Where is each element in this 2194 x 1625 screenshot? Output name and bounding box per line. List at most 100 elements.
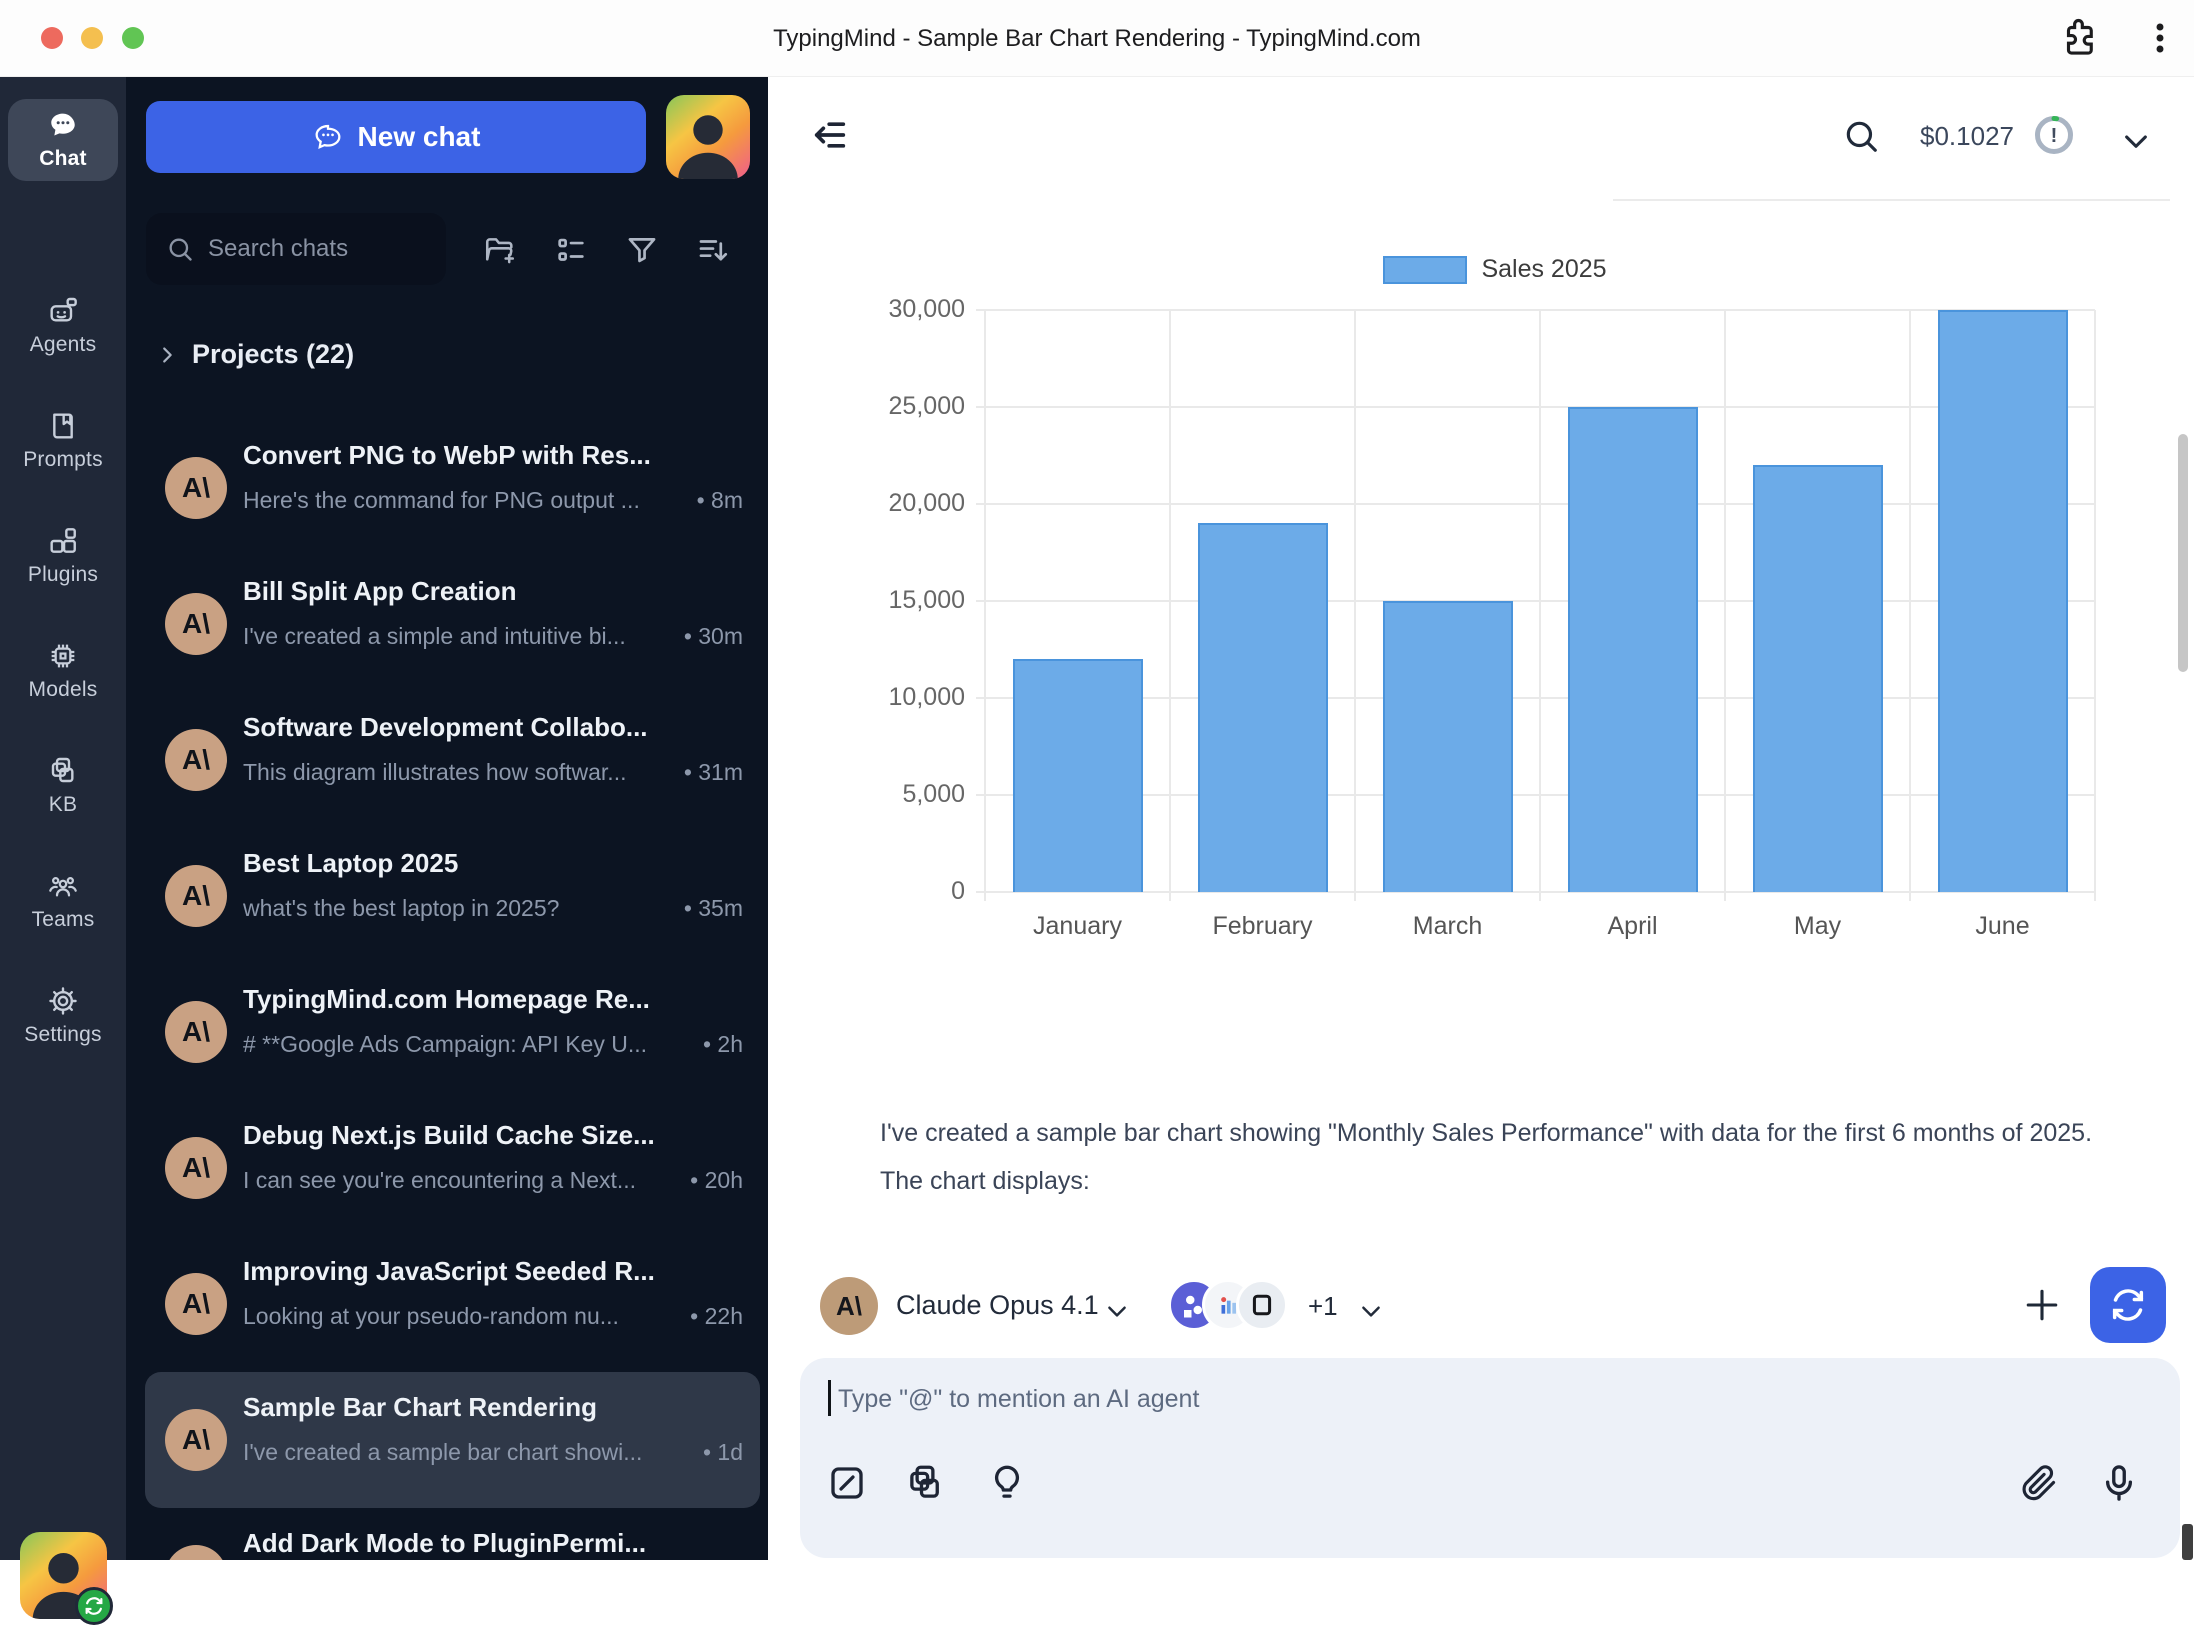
anthropic-avatar: A\	[165, 1137, 227, 1199]
account-avatar[interactable]	[666, 95, 750, 179]
bar-june	[1938, 310, 2068, 892]
chat-time: • 1d	[703, 1439, 743, 1466]
microphone-icon[interactable]	[2098, 1462, 2140, 1504]
chat-title: Software Development Collabo...	[243, 712, 741, 743]
gridline-h	[976, 406, 2095, 408]
chat-list-item[interactable]: A\Convert PNG to WebP with Res...Here's …	[145, 420, 760, 556]
credit-balance[interactable]: $0.1027	[1920, 121, 2014, 152]
x-axis-tick	[1909, 892, 1911, 901]
chat-time: • 20h	[690, 1167, 743, 1194]
ideas-lightbulb-icon[interactable]	[986, 1462, 1028, 1504]
chat-list-item[interactable]: A\Sample Bar Chart RenderingI've created…	[145, 1372, 760, 1508]
anthropic-avatar: A\	[165, 729, 227, 791]
usage-gauge-icon[interactable]: !	[2032, 113, 2076, 157]
nav-item-models[interactable]: Models	[0, 640, 126, 702]
gridline-v	[1354, 310, 1356, 892]
chat-preview: Here's the command for PNG output ...	[243, 487, 683, 514]
legend-label: Sales 2025	[1481, 255, 1606, 284]
filter-icon[interactable]	[625, 233, 659, 267]
model-selector[interactable]: Claude Opus 4.1	[896, 1290, 1099, 1321]
attach-file-icon[interactable]	[2018, 1462, 2060, 1504]
chat-list-item[interactable]: A\Improving JavaScript Seeded R...Lookin…	[145, 1236, 760, 1372]
chat-list-item[interactable]: A\Best Laptop 2025what's the best laptop…	[145, 828, 760, 964]
anthropic-avatar: A\	[820, 1277, 878, 1335]
scrollbar-thumb-bottom[interactable]	[2182, 1524, 2193, 1560]
chat-list-panel: New chat Search chats Proje	[126, 77, 768, 1560]
nav-rail: Chat Agents Prompts Plugins Models	[0, 77, 126, 1560]
gridline-h	[976, 891, 2095, 893]
search-conversation-icon[interactable]	[1842, 117, 1880, 155]
assistant-message: I've created a sample bar chart showing …	[880, 1109, 2125, 1205]
text-caret	[828, 1380, 831, 1416]
chat-time: • 30m	[684, 623, 743, 650]
gridline-v	[1169, 310, 1171, 892]
chart-legend[interactable]: Sales 2025	[880, 255, 2110, 284]
x-axis-category-label: February	[1170, 912, 1355, 941]
chat-list-item[interactable]: A\Software Development Collabo...This di…	[145, 692, 760, 828]
collapse-sidebar-icon[interactable]	[810, 115, 850, 155]
bar-chart: Sales 2025 05,00010,00015,00020,00025,00…	[880, 255, 2110, 955]
gridline-h	[976, 697, 2095, 699]
canvas-icon[interactable]	[826, 1462, 868, 1504]
x-axis-tick	[1724, 892, 1726, 901]
chat-preview-row: Here's the command for PNG output ...• 8…	[243, 487, 743, 514]
chat-title: Debug Next.js Build Cache Size...	[243, 1120, 741, 1151]
new-chat-label: New chat	[358, 121, 481, 153]
legend-swatch	[1383, 256, 1467, 284]
plugin-icon-3[interactable]	[1236, 1279, 1288, 1331]
search-chats-input[interactable]: Search chats	[146, 213, 446, 285]
main-content: $0.1027 ! Sales 2025 05,00010,00015,0002…	[768, 77, 2194, 1560]
bar-april	[1568, 407, 1698, 892]
chat-bubble-icon	[47, 109, 79, 141]
x-axis-tick	[1354, 892, 1356, 901]
bar-march	[1383, 601, 1513, 892]
gridline-h	[976, 309, 2095, 311]
nav-item-settings[interactable]: Settings	[0, 985, 126, 1047]
sort-icon[interactable]	[696, 233, 730, 267]
regenerate-button[interactable]	[2090, 1267, 2166, 1343]
nav-item-chat[interactable]: Chat	[8, 99, 118, 181]
user-avatar[interactable]	[20, 1532, 107, 1619]
bar-february	[1198, 523, 1328, 892]
browser-extensions-icon[interactable]	[2058, 17, 2100, 59]
bulk-select-icon[interactable]	[554, 233, 588, 267]
chat-time: • 22h	[690, 1303, 743, 1330]
chat-title: Improving JavaScript Seeded R...	[243, 1256, 741, 1287]
bar-january	[1013, 659, 1143, 892]
models-chip-icon	[47, 640, 79, 672]
scrollbar-thumb[interactable]	[2178, 434, 2188, 672]
x-axis-category-label: March	[1355, 912, 1540, 941]
prompt-library-icon[interactable]	[904, 1462, 946, 1504]
anthropic-avatar: A\	[165, 1001, 227, 1063]
projects-section-header[interactable]: Projects (22)	[156, 339, 354, 370]
plugins-more-count[interactable]: +1	[1308, 1291, 1338, 1322]
chat-title: Sample Bar Chart Rendering	[243, 1392, 741, 1423]
chat-list-item[interactable]: A\TypingMind.com Homepage Re...# **Googl…	[145, 964, 760, 1100]
chevron-down-icon[interactable]	[2120, 125, 2152, 157]
browser-menu-icon[interactable]	[2138, 16, 2182, 60]
chat-list-item[interactable]: A\Debug Next.js Build Cache Size...I can…	[145, 1100, 760, 1236]
add-attachment-button[interactable]	[2020, 1283, 2064, 1327]
nav-item-kb[interactable]: KB	[0, 755, 126, 817]
chat-list-item[interactable]: A\Bill Split App CreationI've created a …	[145, 556, 760, 692]
plugins-chevron-down-icon[interactable]	[1358, 1298, 1384, 1324]
gear-icon	[47, 985, 79, 1017]
x-axis-tick	[984, 892, 986, 901]
nav-item-prompts[interactable]: Prompts	[0, 410, 126, 472]
nav-item-plugins[interactable]: Plugins	[0, 525, 126, 587]
chat-preview-row: what's the best laptop in 2025?• 35m	[243, 895, 743, 922]
nav-item-teams[interactable]: Teams	[0, 870, 126, 932]
chat-list-item[interactable]: A\Add Dark Mode to PluginPermi...	[145, 1508, 760, 1560]
chat-time: • 35m	[684, 895, 743, 922]
gridline-h	[976, 794, 2095, 796]
x-axis-category-label: April	[1540, 912, 1725, 941]
y-axis-tick-label: 25,000	[880, 392, 965, 421]
chat-title: Bill Split App Creation	[243, 576, 741, 607]
new-chat-button[interactable]: New chat	[146, 101, 646, 173]
nav-item-agents[interactable]: Agents	[0, 295, 126, 357]
new-folder-icon[interactable]	[483, 233, 517, 267]
thread-divider	[1613, 199, 2170, 201]
message-input[interactable]: Type "@" to mention an AI agent	[800, 1358, 2180, 1558]
model-chevron-down-icon[interactable]	[1104, 1298, 1130, 1324]
chat-time: • 31m	[684, 759, 743, 786]
